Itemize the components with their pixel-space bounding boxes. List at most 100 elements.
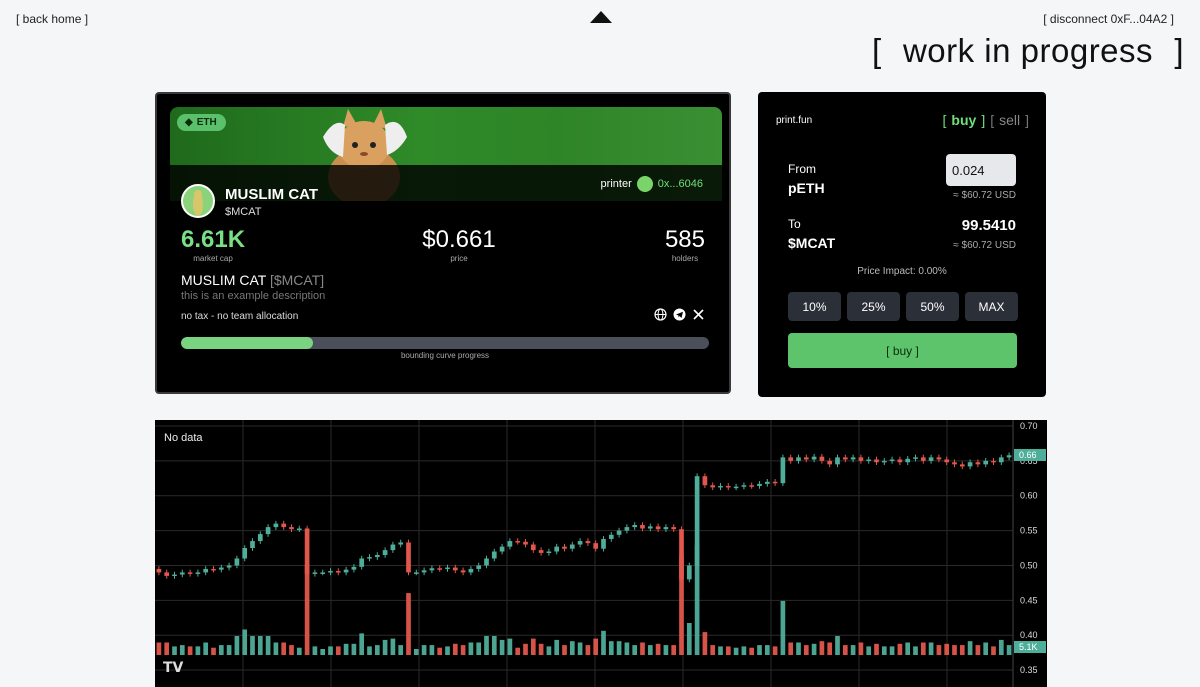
volume-bar — [733, 647, 739, 655]
tab-buy[interactable]: buy — [951, 112, 976, 128]
candle-body — [897, 459, 903, 463]
tradingview-logo: TV — [163, 660, 184, 676]
candle-body — [538, 550, 544, 553]
volume-bar — [382, 639, 388, 655]
candle-body — [936, 457, 942, 460]
candle-body — [203, 568, 209, 573]
candle-body — [359, 558, 365, 567]
candle-body — [421, 570, 427, 573]
no-data-label: No data — [164, 432, 203, 444]
candle-body — [764, 481, 770, 484]
candle-body — [858, 457, 864, 461]
volume-bar — [234, 636, 240, 655]
candle-body — [398, 542, 404, 545]
candle-body — [983, 460, 989, 465]
volume-bar — [437, 647, 443, 655]
volume-bar — [796, 642, 801, 655]
to-token: $MCAT — [788, 235, 836, 251]
printer-address[interactable]: 0x...6046 — [658, 178, 703, 190]
volume-bar — [374, 645, 380, 655]
volume-bar — [351, 643, 357, 655]
volume-bar — [640, 642, 645, 655]
candlestick-chart[interactable]: 0.700.650.600.550.500.450.400.350.665.1K — [155, 420, 1047, 687]
candle-body — [780, 457, 786, 484]
candle-body — [959, 464, 965, 467]
candle-body — [367, 557, 372, 559]
candle-body — [507, 541, 513, 547]
candle-body — [257, 534, 263, 542]
bonding-curve-progress-bar — [181, 337, 709, 349]
volume-bar — [156, 642, 162, 655]
price-impact: Price Impact: 0.00% — [857, 266, 947, 277]
volume-bar — [881, 646, 887, 655]
candle-body — [608, 534, 614, 539]
candle-body — [967, 462, 973, 467]
candle-body — [273, 523, 279, 528]
market-cap-stat: 6.61K market cap — [181, 226, 245, 263]
candle-body — [351, 566, 357, 570]
volume-bar — [679, 555, 684, 655]
volume-bar — [959, 645, 965, 655]
printer-info[interactable]: printer 0x...6046 — [601, 176, 703, 192]
trade-tabs: [ buy ] [ sell ] — [943, 112, 1029, 128]
volume-bar — [523, 643, 528, 655]
printer-label: printer — [600, 178, 632, 190]
bracket: ] — [1025, 112, 1029, 128]
holders-stat: 585 holders — [665, 226, 705, 263]
description-name: MUSLIM CAT — [181, 272, 267, 288]
candle-body — [585, 541, 591, 544]
volume-bar — [359, 633, 365, 655]
candle-body — [577, 541, 583, 545]
candle-body — [905, 458, 911, 463]
volume-bar — [484, 636, 489, 655]
volume-bar — [499, 639, 505, 655]
buy-button[interactable]: [ buy ] — [788, 333, 1017, 368]
from-amount-input[interactable] — [946, 154, 1016, 186]
price-chart[interactable]: 0.700.650.600.550.500.450.400.350.665.1K… — [155, 420, 1047, 687]
volume-bar — [429, 645, 435, 655]
candle-body — [632, 525, 638, 528]
volume-bar — [577, 642, 583, 655]
candle-body — [211, 568, 216, 571]
candle-body — [710, 485, 716, 488]
candle-body — [975, 462, 981, 465]
volume-bar — [702, 632, 708, 655]
pct-50-button[interactable]: 50% — [906, 292, 959, 321]
collapse-caret-icon[interactable] — [590, 11, 612, 23]
volume-bar — [749, 647, 755, 655]
candle-body — [445, 567, 450, 570]
volume-bar — [858, 642, 864, 655]
volume-bar — [780, 600, 786, 655]
volume-bar — [179, 645, 185, 655]
volume-bar — [312, 646, 318, 655]
wip-text: work in progress — [902, 32, 1154, 69]
volume-bar — [562, 645, 567, 655]
globe-icon[interactable] — [654, 308, 667, 321]
candle-body — [624, 527, 630, 531]
telegram-icon[interactable] — [673, 308, 686, 321]
pct-max-button[interactable]: MAX — [965, 292, 1018, 321]
volume-bar — [897, 643, 903, 655]
pct-25-button[interactable]: 25% — [847, 292, 900, 321]
candle-body — [998, 457, 1004, 463]
tab-sell[interactable]: sell — [999, 112, 1020, 128]
candle-body — [499, 546, 505, 552]
candle-body — [944, 459, 950, 463]
volume-bar — [655, 643, 661, 655]
volume-bar — [757, 645, 762, 655]
candle-body — [835, 457, 840, 465]
back-home-link[interactable]: [ back home ] — [16, 12, 88, 26]
volume-bar — [624, 642, 630, 655]
disconnect-wallet-button[interactable]: [ disconnect 0xF...04A2 ] — [1043, 12, 1174, 26]
x-icon[interactable] — [692, 308, 705, 321]
candle-body — [702, 476, 708, 486]
price-tick-label: 0.70 — [1020, 421, 1038, 431]
candle-body — [484, 558, 489, 566]
price-tick-label: 0.60 — [1020, 491, 1038, 501]
candle-body — [686, 565, 692, 580]
volume-bar — [281, 642, 287, 655]
wip-banner: [ work in progress ] — [872, 32, 1184, 70]
candle-body — [772, 481, 778, 484]
candle-body — [874, 459, 879, 463]
pct-10-button[interactable]: 10% — [788, 292, 841, 321]
